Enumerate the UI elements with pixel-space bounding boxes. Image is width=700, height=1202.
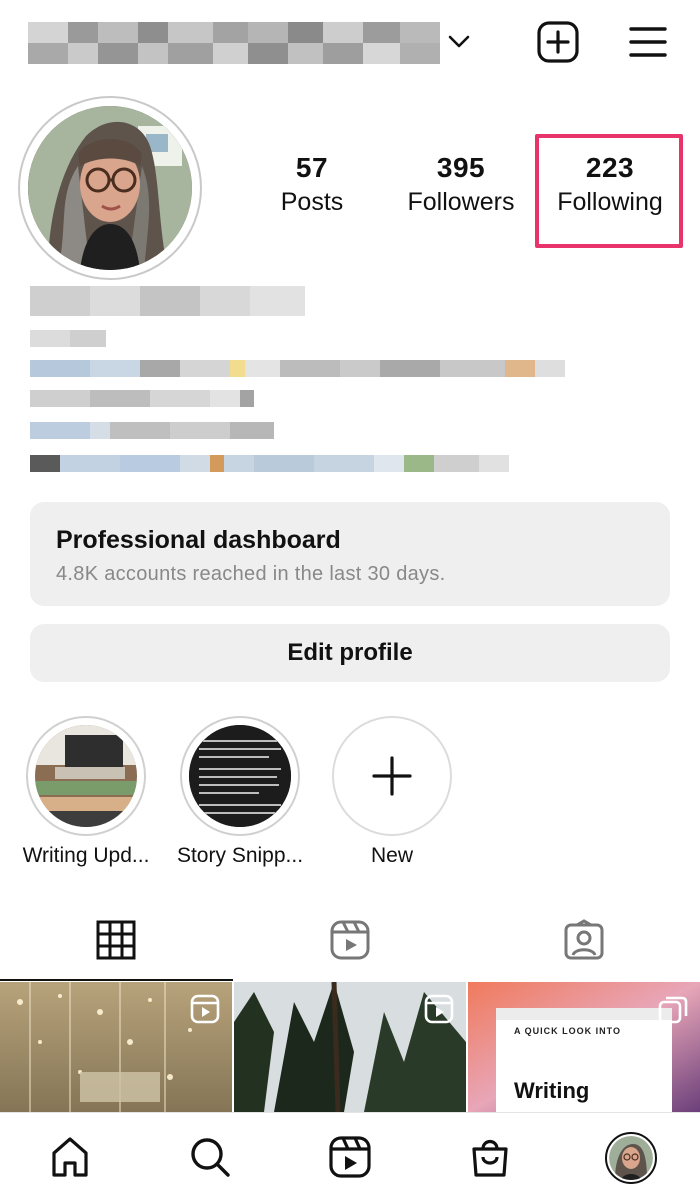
followers-stat[interactable]: 395 Followers [396,152,526,217]
posts-count: 57 [295,152,329,183]
nav-reels[interactable] [326,1135,374,1183]
nav-shop[interactable] [466,1135,514,1183]
reels-icon [328,1135,372,1184]
nav-search[interactable] [186,1135,234,1183]
post-tile-3[interactable]: A QUICK LOOK INTO Writing [468,982,700,1112]
highlight-ring [332,716,452,836]
post-tile-1[interactable] [0,982,232,1112]
profile-avatar[interactable] [28,106,192,270]
bio-line-2-obscured [30,390,254,407]
bottom-navigation-bar [0,1112,700,1202]
posts-label: Posts [280,188,344,216]
followers-label: Followers [407,188,515,216]
dashboard-title: Professional dashboard [56,526,341,554]
create-post-icon[interactable] [534,18,582,66]
highlight-label: Writing Upd... [22,844,150,867]
bio-line-4-obscured [30,455,509,472]
highlight-new[interactable]: New [312,716,472,876]
bio-line-obscured [30,330,106,347]
plus-icon [341,725,443,827]
account-switch-chevron-icon[interactable] [446,30,472,52]
highlight-label: New [370,844,413,867]
tagged-user-icon [563,918,605,966]
followers-count: 395 [436,152,486,183]
active-tab-indicator [0,979,233,981]
highlight-cover-image [189,725,291,827]
posts-stat[interactable]: 57 Posts [262,152,362,217]
bio-line-3-obscured [30,422,274,439]
menu-hamburger-icon[interactable] [624,18,672,66]
carousel-overlay-small-text: A QUICK LOOK INTO [514,1026,621,1036]
post-tile-2[interactable] [234,982,466,1112]
bio-name-obscured [30,286,305,316]
professional-dashboard-card[interactable]: Professional dashboard 4.8K accounts rea… [30,502,670,606]
search-icon [188,1135,232,1184]
highlight-story-snippets[interactable]: Story Snipp... [160,716,320,876]
highlight-ring [26,716,146,836]
home-icon [48,1135,92,1184]
grid-icon [96,920,136,965]
reels-tab[interactable] [320,918,380,966]
tagged-tab[interactable] [554,918,614,966]
bio-link-obscured [30,360,565,377]
carousel-icon [658,994,688,1029]
username-obscured[interactable] [28,22,440,64]
following-highlight-box [535,134,683,248]
carousel-overlay-title: Writing [514,1078,590,1103]
edit-profile-button[interactable]: Edit profile [30,624,670,682]
profile-avatar [605,1132,657,1184]
reel-icon [190,994,220,1029]
highlight-label: Story Snipp... [176,844,304,867]
grid-tab[interactable] [86,918,146,966]
highlight-writing-updates[interactable]: Writing Upd... [6,716,166,876]
shop-bag-icon [468,1135,512,1184]
highlight-ring [180,716,300,836]
dashboard-subtitle: 4.8K accounts reached in the last 30 day… [56,563,446,585]
highlight-cover-image [35,725,137,827]
nav-home[interactable] [46,1135,94,1183]
reels-icon [329,919,371,966]
nav-profile[interactable] [604,1131,658,1185]
reel-icon [424,994,454,1029]
